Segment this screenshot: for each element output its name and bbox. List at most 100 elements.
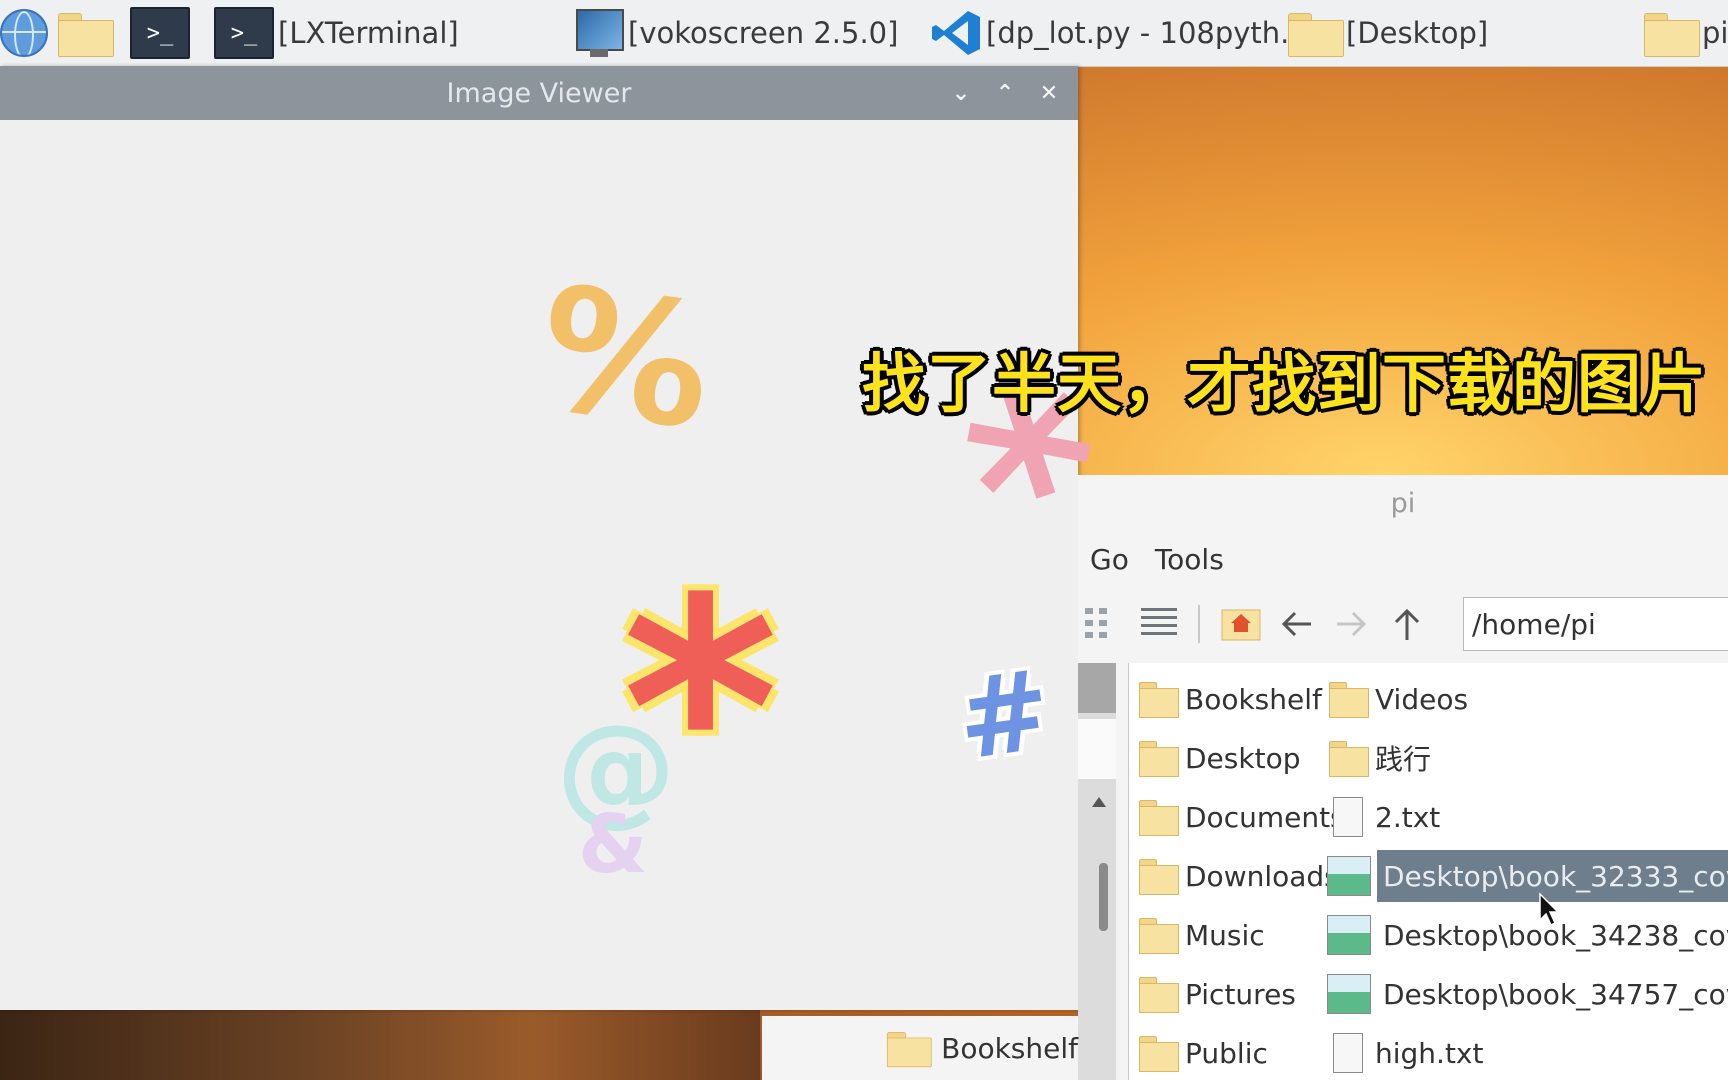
file-name: 践行 — [1375, 743, 1432, 776]
folder-icon — [1288, 11, 1344, 57]
downloads-folder-icon — [1137, 857, 1179, 895]
public-folder-icon — [1137, 1034, 1179, 1072]
file-manager-title[interactable]: pi — [1078, 475, 1728, 531]
side-pane-gap — [1078, 719, 1116, 779]
image-viewer-titlebar[interactable]: Image Viewer ⌄ ⌃ ✕ — [0, 66, 1078, 120]
text-file-icon — [1333, 1033, 1363, 1073]
file-manager-menubar: Go Tools — [1078, 531, 1728, 587]
image-file-icon — [1327, 915, 1371, 955]
file-name: Music — [1185, 918, 1265, 952]
home-icon — [1221, 609, 1261, 641]
desktop-folder-icon — [1137, 739, 1179, 777]
text-file-icon — [1333, 797, 1363, 837]
list-item[interactable]: Public — [1137, 1027, 1268, 1079]
taskbar-task-pi[interactable]: pi — [1644, 4, 1728, 62]
image-file-icon — [1327, 856, 1371, 896]
taskbar-task-vokoscreen[interactable]: [vokoscreen 2.5.0] — [574, 4, 898, 62]
taskbar-task-desktop[interactable]: [Desktop] — [1288, 4, 1488, 62]
percent-sticker: % — [527, 249, 724, 469]
file-name: Desktop\book_34757_cov — [1383, 977, 1728, 1011]
folder-icon — [58, 11, 114, 57]
image-viewer-canvas: % * @ & — [0, 120, 1078, 1010]
home-button[interactable] — [1218, 601, 1264, 647]
forward-button[interactable] — [1328, 601, 1374, 647]
side-pane-scroll[interactable] — [1078, 663, 1116, 1080]
minimize-button[interactable]: ⌄ — [946, 78, 976, 108]
music-folder-icon — [1137, 916, 1179, 954]
image-file-icon — [1327, 974, 1371, 1014]
list-item[interactable]: Documents — [1137, 791, 1345, 843]
file-name: 2.txt — [1375, 800, 1441, 834]
ampersand-sticker: & — [578, 798, 648, 891]
videos-folder-icon — [1327, 680, 1369, 718]
file-name: Documents — [1185, 800, 1345, 834]
list-item[interactable]: Videos — [1327, 673, 1468, 725]
taskbar-task-vscode[interactable]: [dp_lot.py - 108pyth... — [930, 4, 1308, 62]
taskbar-terminal-launcher[interactable]: >_ — [130, 4, 190, 62]
list-item[interactable]: Bookshelf — [1137, 673, 1322, 725]
hash-sticker: # — [949, 645, 1059, 785]
file-list: Bookshelf Desktop Documents Downloads Mu… — [1128, 663, 1728, 1080]
background-window-strip: Bookshelf — [762, 1016, 1078, 1080]
taskbar-task-lxterminal[interactable]: >_ [LXTerminal] — [214, 4, 459, 62]
pictures-folder-icon — [1137, 975, 1179, 1013]
taskbar-task-label: [Desktop] — [1346, 16, 1489, 50]
taskbar-task-label: [dp_lot.py - 108pyth... — [986, 16, 1308, 50]
window-title: Image Viewer — [446, 77, 632, 109]
folder-icon — [1137, 680, 1179, 718]
taskbar-browser-button[interactable] — [0, 4, 48, 62]
desktop-wallpaper-trees — [0, 1010, 760, 1080]
menu-tools[interactable]: Tools — [1155, 543, 1224, 576]
file-name: Desktop — [1185, 741, 1301, 775]
list-item[interactable]: 2.txt — [1327, 791, 1440, 843]
list-item[interactable]: Music — [1137, 909, 1265, 961]
list-item[interactable]: Desktop — [1137, 732, 1300, 784]
image-viewer-window: Image Viewer ⌄ ⌃ ✕ % * @ & — [0, 66, 1078, 1010]
list-item[interactable]: 践行 — [1327, 732, 1431, 784]
file-name: Public — [1185, 1036, 1268, 1070]
list-item[interactable]: Pictures — [1137, 968, 1296, 1020]
folder-icon — [1644, 11, 1700, 57]
vokoscreen-icon — [574, 7, 624, 59]
forward-arrow-icon — [1337, 611, 1367, 637]
taskbar-task-label: [LXTerminal] — [278, 16, 459, 50]
side-pane-header — [1078, 663, 1116, 713]
taskbar: >_ >_ [LXTerminal] [vokoscreen 2.5.0] [d… — [0, 0, 1728, 67]
back-arrow-icon — [1281, 611, 1311, 637]
documents-folder-icon — [1137, 798, 1179, 836]
background-window-item[interactable]: Bookshelf — [941, 1032, 1078, 1065]
file-manager-window: pi Go Tools /home/pi Bookshelf Desktop D… — [1078, 475, 1728, 1080]
up-arrow-icon — [1394, 608, 1420, 640]
globe-icon — [0, 9, 48, 57]
folder-icon — [1327, 739, 1369, 777]
taskbar-file-manager-button[interactable] — [58, 4, 114, 62]
taskbar-task-label: pi — [1702, 16, 1728, 50]
up-button[interactable] — [1384, 601, 1430, 647]
file-name: Pictures — [1185, 977, 1296, 1011]
list-item[interactable]: Desktop\book_34238_cov — [1327, 909, 1728, 961]
mouse-cursor-icon — [1539, 892, 1560, 927]
taskbar-task-label: [vokoscreen 2.5.0] — [628, 16, 899, 50]
terminal-icon: >_ — [130, 7, 190, 59]
close-button[interactable]: ✕ — [1034, 78, 1064, 108]
video-subtitle: 找了半天，才找到下载的图片 — [862, 348, 1707, 422]
list-view-button[interactable] — [1136, 601, 1182, 647]
file-name: Downloads — [1185, 859, 1339, 893]
folder-icon — [886, 1030, 932, 1068]
maximize-button[interactable]: ⌃ — [990, 78, 1020, 108]
list-view-icon — [1141, 608, 1177, 635]
terminal-icon: >_ — [214, 7, 274, 59]
list-item[interactable]: Desktop\book_34757_cov — [1327, 968, 1728, 1020]
scroll-up-icon[interactable] — [1092, 797, 1106, 807]
list-item[interactable]: Desktop\book_32333_cov — [1327, 850, 1728, 902]
toolbar-separator — [1198, 605, 1200, 643]
back-button[interactable] — [1274, 601, 1320, 647]
path-input[interactable]: /home/pi — [1463, 597, 1728, 651]
file-name: high.txt — [1375, 1036, 1484, 1070]
file-name: Bookshelf — [1185, 682, 1322, 716]
file-name: Videos — [1375, 682, 1469, 716]
file-manager-toolbar: /home/pi — [1078, 587, 1728, 663]
list-item[interactable]: Downloads — [1137, 850, 1339, 902]
scrollbar-thumb[interactable] — [1099, 863, 1108, 931]
list-item[interactable]: high.txt — [1327, 1027, 1483, 1079]
